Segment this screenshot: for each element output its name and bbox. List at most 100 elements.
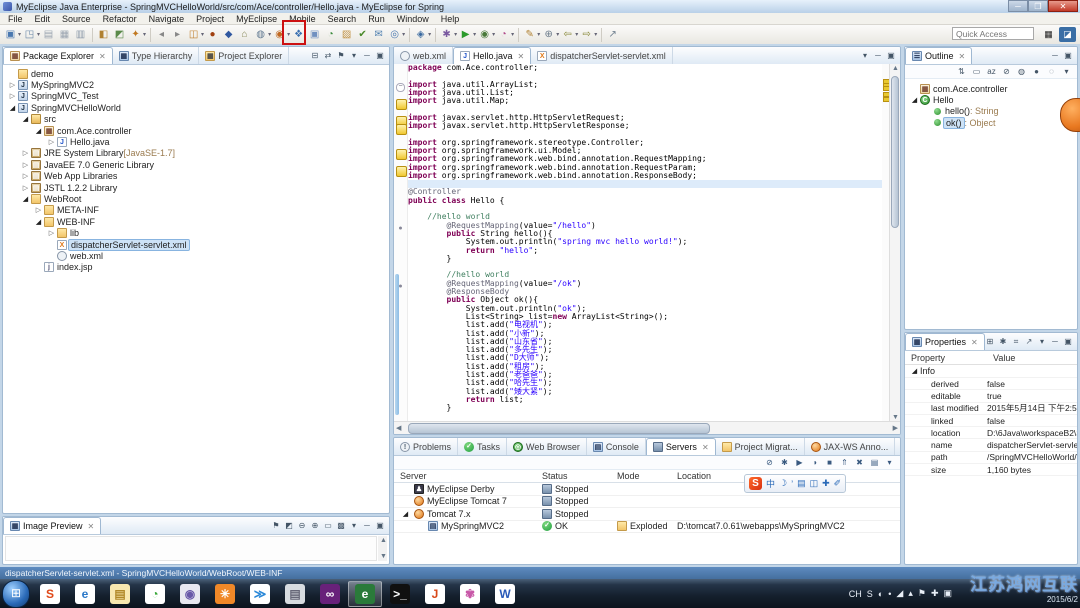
expander-icon[interactable]: ▷: [20, 149, 31, 157]
expander-icon[interactable]: ◢: [7, 104, 18, 112]
dropdown-arrow-icon[interactable]: ▾: [511, 31, 514, 38]
expander-icon[interactable]: ▷: [20, 161, 31, 169]
tab-problems[interactable]: !Problems: [394, 438, 458, 455]
back-history-button[interactable]: ⇦▾: [560, 27, 578, 42]
chinese-mode-icon[interactable]: 中: [766, 477, 775, 490]
menu-window[interactable]: Window: [391, 14, 435, 24]
taskbar-xunlei[interactable]: ≫: [243, 581, 277, 607]
column-header-value[interactable]: Value: [987, 353, 1015, 363]
taskbar-media-app[interactable]: ✾: [453, 581, 487, 607]
myeclipse-explorer-button[interactable]: ◧: [96, 27, 111, 42]
property-row[interactable]: path/SpringMVCHelloWorld/W...: [905, 452, 1077, 464]
expander-icon[interactable]: ▷: [46, 138, 57, 146]
outline-tree[interactable]: ▦com.Ace.controller◢CHellohello() : Stri…: [905, 79, 1077, 129]
column-header-status[interactable]: Status: [536, 471, 611, 481]
dropdown-arrow-icon[interactable]: ▾: [492, 31, 495, 38]
expander-icon[interactable]: ▷: [7, 81, 18, 89]
menu-run[interactable]: Run: [362, 14, 391, 24]
open-folder-button[interactable]: ▨: [339, 27, 354, 42]
skin-icon[interactable]: ✚: [822, 478, 830, 489]
link-editor-icon[interactable]: ⇄: [323, 51, 333, 60]
taskbar-word[interactable]: W: [488, 581, 522, 607]
expander-icon[interactable]: ◢: [400, 510, 411, 518]
outline-toolbar-icon[interactable]: ⊘: [1001, 67, 1012, 76]
expander-icon[interactable]: ◢: [33, 127, 44, 135]
dropdown-arrow-icon[interactable]: ▾: [594, 31, 597, 38]
explorer-item-web-xml[interactable]: web.xml: [3, 250, 389, 261]
servers-toolbar-icon[interactable]: ⇑: [839, 458, 850, 467]
maximize-view-icon[interactable]: ▣: [375, 521, 385, 530]
maximize-view-icon[interactable]: ▣: [375, 51, 385, 60]
save-all-button[interactable]: ▦: [57, 27, 72, 42]
image-preview-scrollbar[interactable]: ▲▼: [378, 536, 387, 561]
tab-servers[interactable]: Servers✕: [646, 438, 716, 455]
minimize-view-icon[interactable]: ─: [1050, 51, 1060, 60]
actual-size-icon[interactable]: ▭: [323, 521, 333, 530]
view-menu-icon[interactable]: ▾: [860, 51, 870, 60]
dropdown-arrow-icon[interactable]: ▾: [402, 31, 405, 38]
properties-toolbar-icon[interactable]: ▣: [1063, 337, 1073, 346]
validate-button[interactable]: ✔: [355, 27, 370, 42]
servers-toolbar-icon[interactable]: ■: [824, 458, 835, 467]
menu-source[interactable]: Source: [56, 14, 97, 24]
properties-toolbar-icon[interactable]: ⊞: [985, 337, 995, 346]
dropdown-arrow-icon[interactable]: ▾: [428, 31, 431, 38]
column-header-mode[interactable]: Mode: [611, 471, 671, 481]
server-run-button[interactable]: ▣: [307, 27, 322, 42]
outline-toolbar-icon[interactable]: ▾: [1061, 67, 1072, 76]
tray-app-icon[interactable]: ▣: [943, 588, 952, 599]
expander-icon[interactable]: ◢: [20, 115, 31, 123]
back-nav-button[interactable]: ◂: [154, 27, 169, 42]
run-button[interactable]: ▶▾: [458, 27, 476, 42]
tab-dispatcherservlet-servlet-xml[interactable]: XdispatcherServlet-servlet.xml: [531, 47, 673, 64]
close-icon[interactable]: ✕: [971, 338, 978, 347]
explorer-item-jre-system-library[interactable]: ▷▤JRE System Library [JavaSE-1.7]: [3, 148, 389, 159]
zoom-out-icon[interactable]: ⊖: [297, 521, 307, 530]
explorer-item-src[interactable]: ◢src: [3, 114, 389, 125]
security-shield-icon[interactable]: ✚: [931, 588, 939, 599]
properties-toolbar-icon[interactable]: ─: [1050, 337, 1060, 346]
properties-group-row[interactable]: ◢ Info: [905, 365, 1077, 378]
fullhalf-icon[interactable]: ☽: [779, 478, 787, 489]
menu-navigate[interactable]: Navigate: [143, 14, 191, 24]
open-perspective-icon[interactable]: ▦: [1040, 27, 1057, 42]
taskbar-360-browser[interactable]: ◔: [138, 581, 172, 607]
taskbar-sogou-pinyin[interactable]: S: [33, 581, 67, 607]
close-icon[interactable]: ✕: [518, 52, 525, 61]
column-header-property[interactable]: Property: [905, 353, 987, 363]
maximize-view-icon[interactable]: ▣: [886, 51, 896, 60]
menu-help[interactable]: Help: [435, 14, 466, 24]
annotation-nav-button[interactable]: ⊕▾: [541, 27, 559, 42]
taskbar-command-prompt[interactable]: >_: [383, 581, 417, 607]
explorer-item-index-jsp[interactable]: jindex.jsp: [3, 262, 389, 273]
tab-project-explorer[interactable]: ▦Project Explorer: [199, 47, 289, 64]
expander-icon[interactable]: ▷: [46, 229, 57, 237]
outline-item-ok-[interactable]: ok() : Object: [905, 117, 1077, 128]
new-wizard-button[interactable]: ▣▾: [3, 27, 21, 42]
minimize-view-icon[interactable]: ─: [362, 521, 372, 530]
outline-toolbar-icon[interactable]: ⇅: [956, 67, 967, 76]
web-button[interactable]: ◎▾: [387, 27, 405, 42]
explorer-item-javaee-7-0-generic-library[interactable]: ▷▤JavaEE 7.0 Generic Library: [3, 159, 389, 170]
expander-icon[interactable]: ◢: [33, 218, 44, 226]
properties-toolbar-icon[interactable]: ↗: [1024, 337, 1034, 346]
menu-file[interactable]: File: [2, 14, 29, 24]
editor-vscrollbar[interactable]: ▲▼: [889, 64, 900, 422]
taskbar-game-center[interactable]: ◉: [173, 581, 207, 607]
tab-type-hierarchy[interactable]: ▦Type Hierarchy: [113, 47, 200, 64]
network-icon[interactable]: ◢: [896, 588, 903, 599]
new-class-button[interactable]: ◈▾: [413, 27, 431, 42]
java-perspective-icon[interactable]: ◪: [1059, 27, 1076, 42]
profile-button[interactable]: ◔▾: [496, 27, 514, 42]
menu-search[interactable]: Search: [322, 14, 363, 24]
explorer-item-springmvc-test[interactable]: ▷JSpringMVC_Test: [3, 91, 389, 102]
property-row[interactable]: namedispatcherServlet-servlet.x...: [905, 439, 1077, 451]
outline-toolbar-icon[interactable]: ◍: [1016, 67, 1027, 76]
clipboard-icon[interactable]: ◫: [810, 478, 819, 489]
properties-toolbar-icon[interactable]: ▾: [1037, 337, 1047, 346]
mail-button[interactable]: ✉: [371, 27, 386, 42]
explorer-item-hello-java[interactable]: ▷JHello.java: [3, 136, 389, 147]
explorer-item-springmvchelloworld[interactable]: ◢JSpringMVCHelloWorld: [3, 102, 389, 113]
outline-item-hello-[interactable]: hello() : String: [905, 106, 1077, 117]
maximize-view-icon[interactable]: ▣: [1063, 51, 1073, 60]
